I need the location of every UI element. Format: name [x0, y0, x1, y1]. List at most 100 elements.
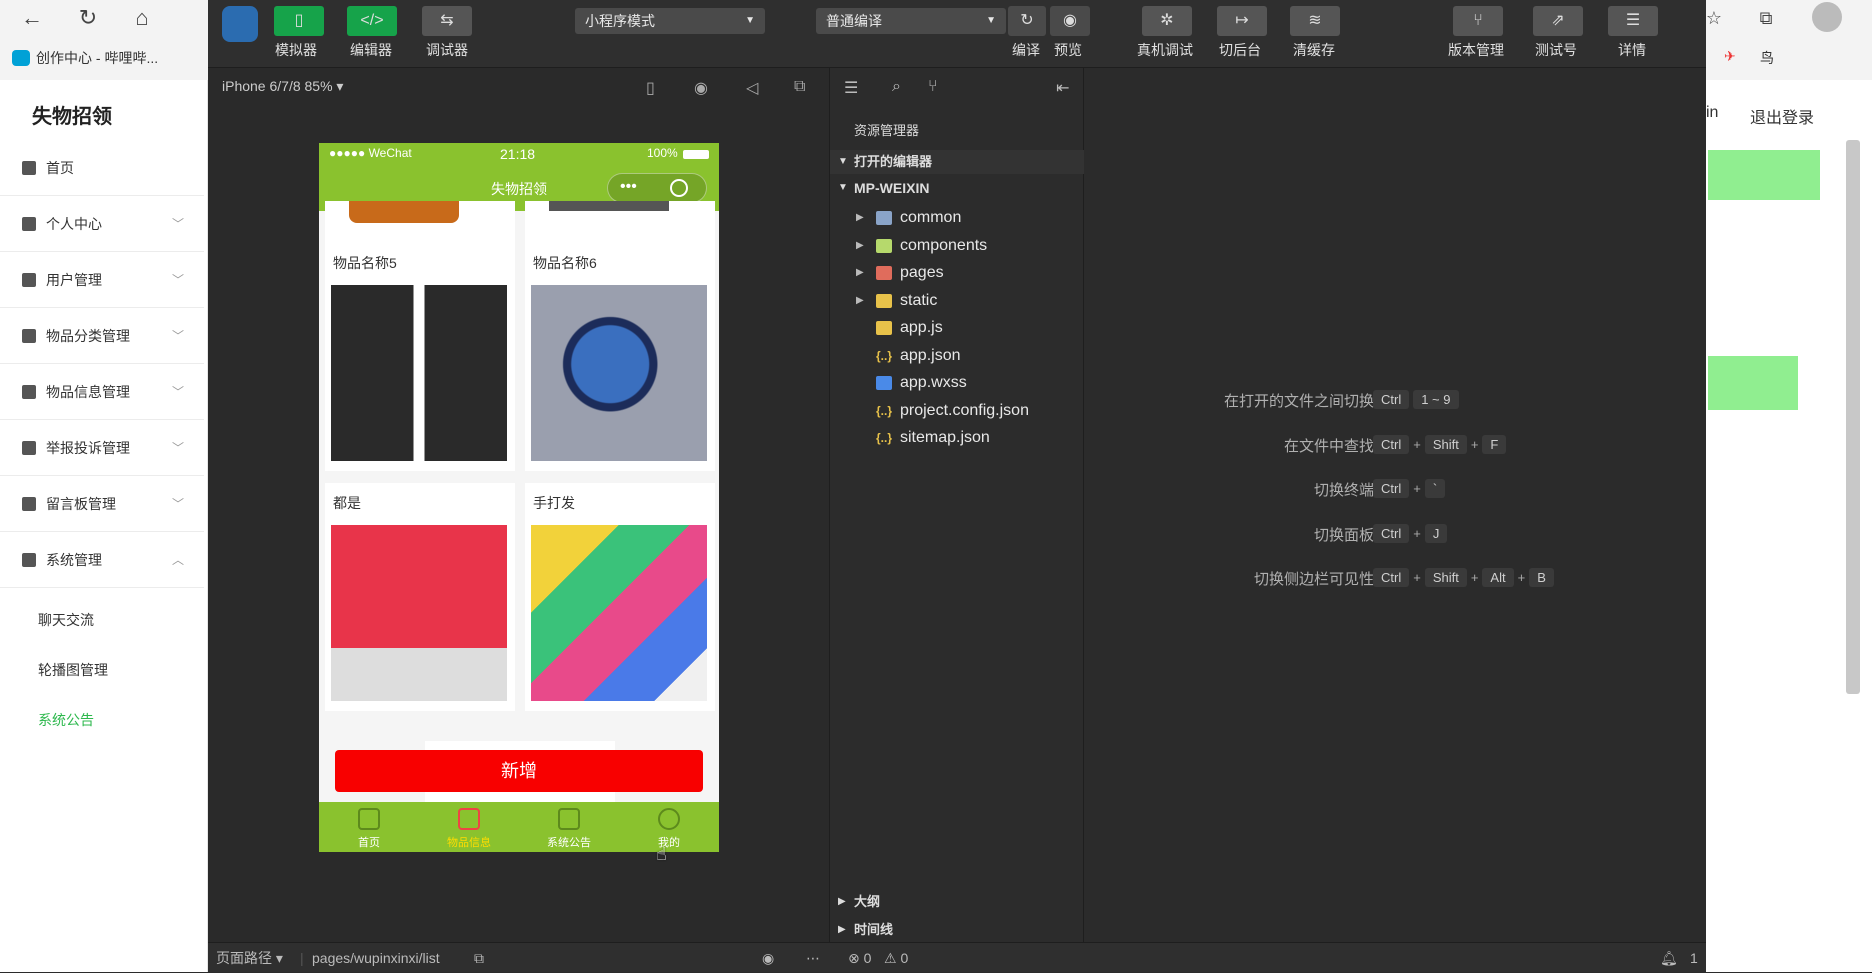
error-count[interactable]: ⊗ 0: [848, 943, 871, 973]
sidebar-item-label: 留言板管理: [46, 496, 116, 512]
record-icon[interactable]: ◉: [694, 78, 708, 98]
warning-count[interactable]: ⚠ 0: [884, 943, 908, 973]
list-item[interactable]: 物品名称5: [325, 243, 515, 471]
tree-file[interactable]: app.wxss: [830, 370, 1084, 396]
sidebar-subitem-banner[interactable]: 轮播图管理: [38, 660, 108, 680]
reload-icon[interactable]: ↻: [74, 4, 102, 32]
sidebar-item-categories[interactable]: 物品分类管理 ﹀: [0, 308, 204, 364]
version-button[interactable]: ⑂: [1453, 6, 1503, 36]
tab-announcement[interactable]: 系统公告: [519, 802, 619, 852]
status-time: 21:18: [500, 146, 536, 162]
page-path-select[interactable]: 页面路径 ▾: [216, 943, 283, 973]
list-item[interactable]: 手打发: [525, 483, 715, 711]
chevron-down-icon: ﹀: [171, 441, 184, 455]
bilibili-icon: [12, 50, 30, 66]
preview-label: 预览: [1054, 42, 1082, 58]
list-item[interactable]: [525, 201, 715, 243]
sidebar-item-messages[interactable]: 留言板管理 ﹀: [0, 476, 204, 532]
tree-file[interactable]: {..} project.config.json: [830, 398, 1084, 424]
switch-icon: ↦: [1235, 12, 1249, 29]
sidebar-item-profile[interactable]: 个人中心 ﹀: [0, 196, 204, 252]
list-item[interactable]: [325, 201, 515, 243]
shortcut-keys: Ctrl + J: [1373, 523, 1451, 543]
tab-items[interactable]: 物品信息: [419, 802, 519, 852]
sidebar-subitem-chat[interactable]: 聊天交流: [38, 610, 94, 630]
plus-sign: +: [1413, 525, 1421, 541]
tree-folder[interactable]: ▶ static: [830, 288, 1084, 314]
test-account-button[interactable]: ⇗: [1533, 6, 1583, 36]
more-icon[interactable]: •••: [620, 178, 637, 196]
tab-mine[interactable]: 我的: [619, 802, 719, 852]
key-cap: B: [1529, 568, 1554, 587]
list-icon[interactable]: ☰: [844, 78, 858, 98]
sidebar-item-items[interactable]: 物品信息管理 ﹀: [0, 364, 204, 420]
page-path: pages/wupinxinxi/list: [312, 950, 440, 966]
window-icon[interactable]: ⧉: [794, 78, 805, 96]
sidebar-item-system[interactable]: 系统管理 ︿: [0, 532, 204, 588]
real-device-debug-button[interactable]: ✲: [1142, 6, 1192, 36]
collapse-panel-icon[interactable]: ⇤: [1056, 78, 1069, 98]
mode-select[interactable]: 小程序模式 ▼: [575, 8, 765, 34]
eye-icon[interactable]: ◉: [762, 943, 774, 973]
editor-button[interactable]: </>: [347, 6, 397, 36]
tree-file[interactable]: {..} sitemap.json: [830, 425, 1084, 451]
phone-icon: ▯: [294, 12, 304, 29]
simulator-button[interactable]: ▯: [274, 6, 324, 36]
add-button[interactable]: 新增: [335, 750, 703, 792]
json-file-icon: {..}: [876, 403, 893, 418]
sidebar-item-reports[interactable]: 举报投诉管理 ﹀: [0, 420, 204, 476]
logout-link[interactable]: 退出登录: [1750, 104, 1814, 128]
more-icon[interactable]: ⋯: [806, 943, 820, 973]
tree-folder[interactable]: ▶ components: [830, 233, 1084, 259]
shortcut-keys: Ctrl 1 ~ 9: [1373, 390, 1463, 409]
tree-folder[interactable]: ▶ common: [830, 205, 1084, 231]
compile-select[interactable]: 普通编译 ▼: [816, 8, 1006, 34]
project-avatar[interactable]: [222, 6, 258, 42]
copy-icon[interactable]: ⧉: [474, 943, 484, 973]
editor-area: 在打开的文件之间切换 Ctrl 1 ~ 9 在文件中查找 Ctrl + Shift + F 切换终…: [1084, 68, 1706, 942]
scrollbar[interactable]: [1846, 140, 1860, 694]
bell-icon[interactable]: 🔔︎: [1660, 943, 1678, 973]
sidebar-item-users[interactable]: 用户管理 ﹀: [0, 252, 204, 308]
debugger-button[interactable]: ⇆: [422, 6, 472, 36]
device-select[interactable]: iPhone 6/7/8 85% ▾: [222, 78, 343, 95]
timeline-section[interactable]: ▶ 时间线: [830, 918, 1084, 942]
details-button[interactable]: ☰: [1608, 6, 1658, 36]
home-icon[interactable]: ⌂: [128, 4, 156, 32]
avatar[interactable]: [1812, 2, 1842, 32]
status-bar: 页面路径 ▾ | pages/wupinxinxi/list ⧉ ◉ ⋯ ⊗ 0…: [208, 942, 1706, 972]
tab-home[interactable]: 首页: [319, 802, 419, 852]
sidebar-item-home[interactable]: 首页: [0, 140, 204, 196]
background-button[interactable]: ↦: [1217, 6, 1267, 36]
clear-cache-button[interactable]: ≋: [1290, 6, 1340, 36]
tree-file[interactable]: app.js: [830, 315, 1084, 341]
extension-icon[interactable]: ✈: [1724, 48, 1736, 65]
bookmark-bilibili[interactable]: 创作中心 - 哔哩哔...: [12, 48, 158, 68]
users-icon: [22, 273, 36, 287]
git-branch-icon[interactable]: ⑂: [928, 78, 938, 96]
back-icon[interactable]: ←: [18, 4, 46, 32]
shortcut-label: 切换终端: [1313, 482, 1374, 499]
green-bar: [1708, 356, 1798, 410]
volume-icon[interactable]: ◁: [746, 78, 758, 98]
tree-folder[interactable]: ▶ pages: [830, 260, 1084, 286]
tree-label: app.js: [900, 319, 943, 336]
preview-button[interactable]: ◉: [1050, 6, 1090, 36]
search-icon[interactable]: ⌕: [892, 78, 901, 96]
collections-icon[interactable]: ⧉: [1752, 4, 1780, 32]
phone-icon[interactable]: ▯: [646, 78, 655, 98]
capsule-button[interactable]: •••: [607, 173, 707, 203]
categories-icon: [22, 329, 36, 343]
tree-label: sitemap.json: [900, 429, 990, 446]
open-editors-section[interactable]: ▼ 打开的编辑器: [830, 150, 1084, 174]
list-item[interactable]: 都是: [325, 483, 515, 711]
tree-label: components: [900, 236, 988, 254]
sidebar-item-label: 物品信息管理: [46, 384, 130, 400]
outline-section[interactable]: ▶ 大纲: [830, 890, 1084, 914]
sidebar-subitem-announcement[interactable]: 系统公告: [38, 710, 94, 730]
tree-file[interactable]: {..} app.json: [830, 343, 1084, 369]
list-item[interactable]: 物品名称6: [525, 243, 715, 471]
project-root[interactable]: ▼ MP-WEIXIN: [830, 176, 1084, 200]
compile-button[interactable]: ↻: [1008, 6, 1046, 36]
close-icon[interactable]: [670, 179, 688, 197]
